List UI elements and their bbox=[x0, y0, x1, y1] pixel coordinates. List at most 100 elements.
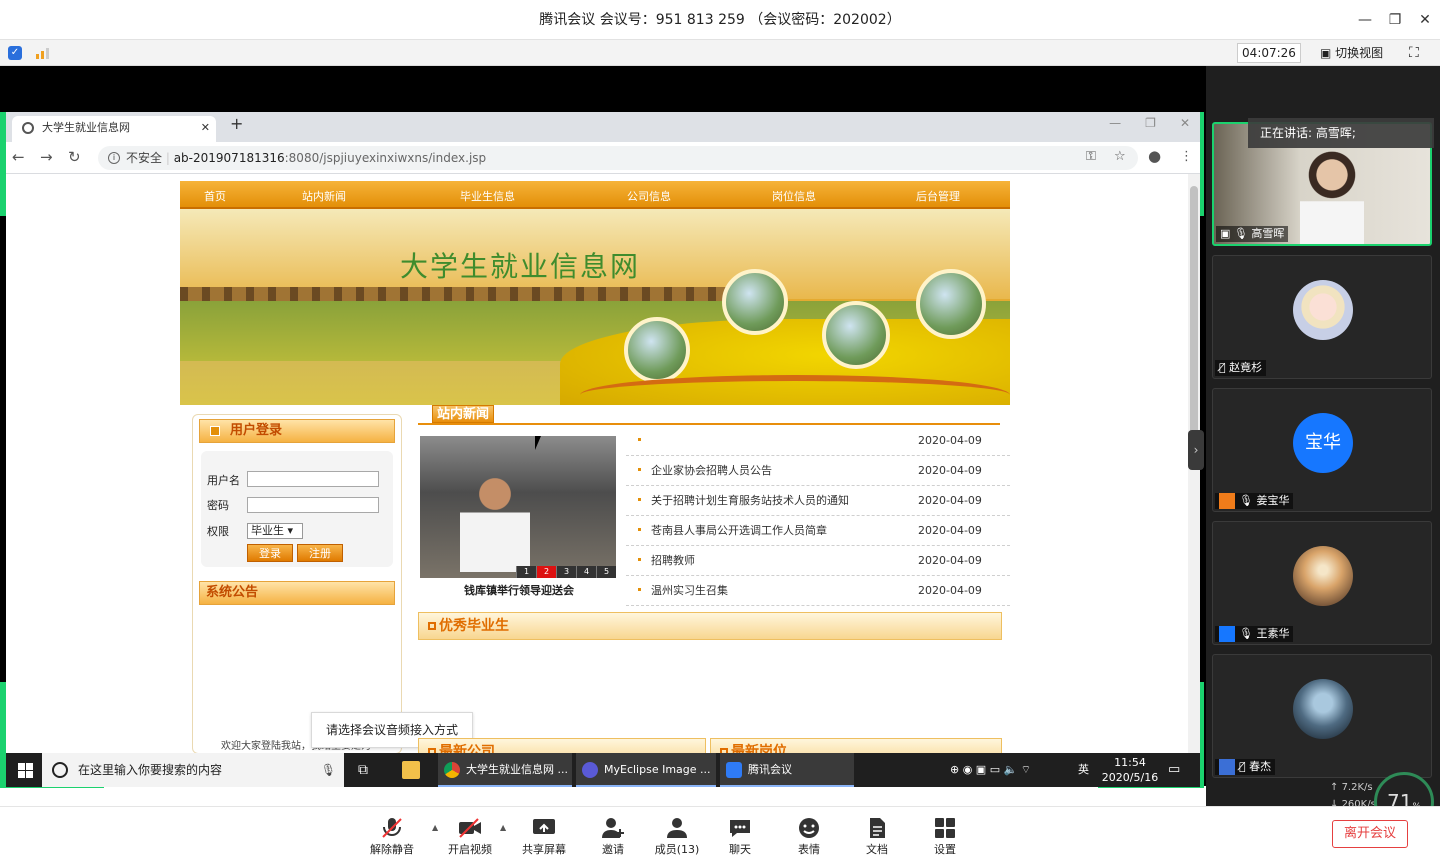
news-item[interactable]: 2020-04-09 bbox=[626, 426, 1010, 456]
network-signal-icon[interactable] bbox=[34, 46, 50, 60]
windows-start-icon[interactable] bbox=[10, 753, 40, 787]
security-shield-icon[interactable]: ✓ bbox=[8, 46, 22, 60]
news-item[interactable]: 关于招聘计划生育服务站技术人员的通知 2020-04-09 bbox=[626, 486, 1010, 516]
minimize-icon[interactable]: — bbox=[1350, 0, 1380, 40]
taskbar-clock[interactable]: 11:54 2020/5/16 bbox=[1100, 755, 1160, 785]
register-button[interactable]: 注册 bbox=[297, 544, 343, 562]
news-photo[interactable]: 1 2 3 4 5 bbox=[420, 436, 616, 578]
share-border bbox=[1200, 112, 1204, 216]
reload-icon[interactable]: ↻ bbox=[68, 148, 81, 166]
news-item[interactable]: 温州实习生召集 2020-04-09 bbox=[626, 576, 1010, 606]
taskbar-app-chrome[interactable]: 大学生就业信息网 ... bbox=[438, 753, 572, 787]
restore-icon[interactable]: ❐ bbox=[1380, 0, 1410, 40]
password-input[interactable] bbox=[247, 497, 379, 513]
participant-tile[interactable]: 🎙̸ 赵竟杉 bbox=[1212, 255, 1432, 379]
new-tab-icon[interactable]: + bbox=[230, 114, 243, 133]
back-icon[interactable]: ← bbox=[12, 148, 25, 166]
collapse-panel-icon[interactable]: › bbox=[1188, 430, 1204, 470]
meeting-timer: 04:07:26 bbox=[1237, 43, 1301, 63]
browser-tab[interactable]: 大学生就业信息网 ✕ bbox=[12, 116, 216, 142]
nav-news[interactable]: 站内新闻 bbox=[302, 188, 346, 204]
smile-icon bbox=[799, 818, 819, 838]
participant-tile[interactable]: 🎙 王素华 bbox=[1212, 521, 1432, 645]
members-button[interactable]: 成员(13) bbox=[647, 807, 707, 856]
bullet-icon bbox=[638, 558, 641, 561]
pager-dot[interactable]: 3 bbox=[556, 566, 576, 578]
meeting-title: 腾讯会议 会议号：951 813 259 （会议密码：202002） bbox=[539, 12, 901, 28]
role-select[interactable]: 毕业生 ▾ bbox=[247, 523, 303, 539]
nav-admin[interactable]: 后台管理 bbox=[916, 188, 960, 204]
emoji-button[interactable]: 表情 bbox=[779, 807, 839, 856]
browser-window-controls: — ❐ ✕ bbox=[1109, 116, 1190, 130]
info-icon[interactable]: i bbox=[108, 152, 120, 164]
leave-meeting-button[interactable]: 离开会议 bbox=[1332, 820, 1408, 848]
taskbar-app-myeclipse[interactable]: MyEclipse Image ... bbox=[576, 753, 716, 787]
nav-companies[interactable]: 公司信息 bbox=[627, 188, 671, 204]
notice-header: 系统公告 bbox=[199, 581, 395, 605]
speaking-indicator: 正在讲话: 高雪晖; bbox=[1248, 118, 1434, 148]
file-explorer-icon[interactable] bbox=[402, 761, 420, 779]
user-icon bbox=[1219, 493, 1235, 509]
invite-button[interactable]: 邀请 bbox=[583, 807, 643, 856]
address-bar[interactable]: i 不安全 | ab-201907181316:8080/jspjiuyexin… bbox=[98, 146, 1138, 170]
settings-button[interactable]: 设置 bbox=[915, 807, 975, 856]
menu-icon[interactable]: ⋮ bbox=[1180, 149, 1193, 164]
video-options-caret-icon[interactable]: ▲ bbox=[500, 823, 506, 832]
news-item[interactable]: 企业家协会招聘人员公告 2020-04-09 bbox=[626, 456, 1010, 486]
close-tab-icon[interactable]: ✕ bbox=[201, 116, 210, 140]
tencent-meeting-window: 腾讯会议 会议号：951 813 259 （会议密码：202002） — ❐ ✕… bbox=[0, 0, 1440, 856]
shared-browser-window: 大学生就业信息网 ✕ + — ❐ ✕ ← → ↻ i 不安全 | ab-2019… bbox=[6, 112, 1200, 787]
fullscreen-icon[interactable]: ⛶ bbox=[1409, 44, 1419, 62]
microphone-icon[interactable]: 🎙 bbox=[321, 753, 336, 787]
star-icon[interactable]: ☆ bbox=[1114, 149, 1126, 164]
photo-caption[interactable]: 钱库镇举行领导迎送会 bbox=[464, 582, 574, 598]
key-icon[interactable]: ⚿ bbox=[1086, 149, 1096, 164]
close-icon[interactable]: ✕ bbox=[1410, 0, 1440, 40]
restore-icon[interactable]: ❐ bbox=[1145, 116, 1156, 130]
tray-icons[interactable]: ⊕ ◉ ▣ ▭ 🔈 ⌔ bbox=[950, 753, 1031, 787]
nav-home[interactable]: 首页 bbox=[204, 188, 226, 204]
taskbar-app-meeting[interactable]: 腾讯会议 bbox=[720, 753, 854, 787]
minimize-icon[interactable]: — bbox=[1109, 116, 1121, 130]
forward-icon[interactable]: → bbox=[40, 148, 53, 166]
photo-pager: 1 2 3 4 5 bbox=[516, 566, 616, 578]
myeclipse-icon bbox=[582, 762, 598, 778]
participant-tile[interactable]: 宝华 🎙 姜宝华 bbox=[1212, 388, 1432, 512]
pager-dot[interactable]: 4 bbox=[576, 566, 596, 578]
pager-dot[interactable]: 5 bbox=[596, 566, 616, 578]
profile-icon[interactable]: ● bbox=[1148, 147, 1161, 165]
bullet-icon bbox=[428, 622, 436, 630]
grid-icon: ▣ bbox=[1320, 46, 1336, 60]
username-input[interactable] bbox=[247, 471, 379, 487]
pager-dot[interactable]: 1 bbox=[516, 566, 536, 578]
participant-tile[interactable]: 🎙̸ 春杰 bbox=[1212, 654, 1432, 778]
login-button[interactable]: 登录 bbox=[247, 544, 293, 562]
participant-nametag: ▣ 🎙 高雪晖 bbox=[1216, 226, 1289, 242]
meeting-status-bar: ✓ 04:07:26 ▣ 切换视图 ⛶ bbox=[0, 40, 1440, 66]
participant-nametag: 🎙̸ 春杰 bbox=[1215, 759, 1276, 775]
ime-indicator[interactable]: 英 bbox=[1078, 753, 1089, 787]
site-navbar: 首页 站内新闻 毕业生信息 公司信息 岗位信息 后台管理 bbox=[180, 181, 1010, 209]
audio-options-caret-icon[interactable]: ▲ bbox=[432, 823, 438, 832]
site-banner: 大学生就业信息网 bbox=[180, 209, 1010, 405]
news-item[interactable]: 苍南县人事局公开选调工作人员简章 2020-04-09 bbox=[626, 516, 1010, 546]
start-video-button[interactable]: 开启视频 bbox=[440, 807, 500, 856]
unmute-button[interactable]: 解除静音 bbox=[362, 807, 422, 856]
notification-icon[interactable]: ▭ bbox=[1168, 753, 1180, 787]
nav-jobs[interactable]: 岗位信息 bbox=[772, 188, 816, 204]
taskbar-search-input[interactable]: 在这里输入你要搜索的内容 🎙 bbox=[42, 753, 344, 787]
docs-button[interactable]: 文档 bbox=[847, 807, 907, 856]
switch-view-button[interactable]: ▣ 切换视图 bbox=[1320, 43, 1383, 63]
task-view-icon[interactable]: ⧉ bbox=[358, 761, 376, 779]
left-sidebar: 用户登录 用户名 密码 权限 毕业生 ▾ 登录 注册 系统公告 欢迎大家登陆我站… bbox=[192, 414, 402, 754]
login-form: 用户名 密码 权限 毕业生 ▾ 登录 注册 bbox=[201, 451, 393, 567]
close-icon[interactable]: ✕ bbox=[1180, 116, 1190, 130]
cortana-icon bbox=[52, 762, 68, 778]
share-screen-button[interactable]: 共享屏幕 bbox=[514, 807, 574, 856]
bullet-icon bbox=[638, 438, 641, 441]
scrollbar-thumb[interactable] bbox=[1190, 186, 1198, 446]
news-item[interactable]: 招聘教师 2020-04-09 bbox=[626, 546, 1010, 576]
pager-dot[interactable]: 2 bbox=[536, 566, 556, 578]
chat-button[interactable]: 聊天 bbox=[710, 807, 770, 856]
nav-graduates[interactable]: 毕业生信息 bbox=[460, 188, 515, 204]
